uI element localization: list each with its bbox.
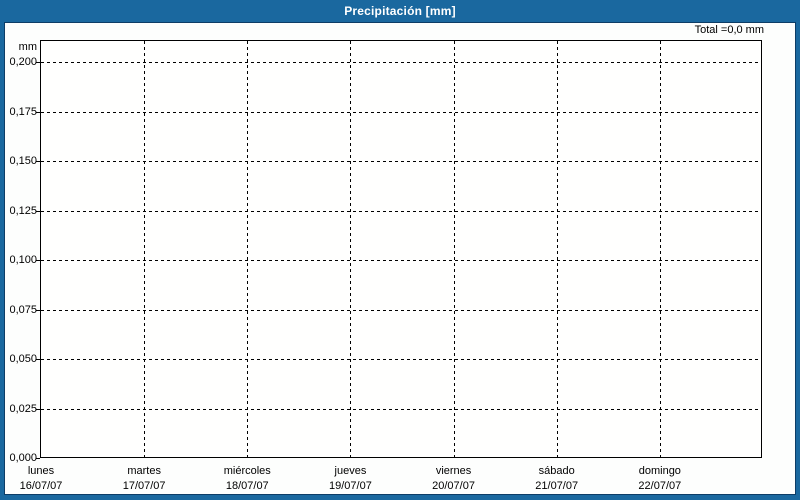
day-date-label: 18/07/07 bbox=[225, 480, 269, 492]
y-axis-label: 0,175 bbox=[9, 106, 37, 118]
x-axis-day-label: sábado 21/07/07 bbox=[502, 464, 612, 494]
day-name-label: sábado bbox=[538, 465, 575, 477]
y-axis-label: 0,125 bbox=[9, 205, 37, 217]
y-axis-label: 0,100 bbox=[9, 254, 37, 266]
y-axis-label: 0,075 bbox=[9, 304, 37, 316]
y-axis-label: 0,150 bbox=[9, 155, 37, 167]
x-axis-day-label: domingo 22/07/07 bbox=[605, 464, 715, 494]
day-name-label: martes bbox=[127, 465, 161, 477]
day-date-label: 22/07/07 bbox=[638, 480, 682, 492]
gridline-vertical bbox=[144, 41, 145, 457]
gridline-horizontal bbox=[41, 409, 761, 410]
plot-area bbox=[36, 40, 762, 459]
day-name-label: lunes bbox=[27, 465, 55, 477]
gridline-vertical bbox=[454, 41, 455, 457]
gridline-vertical bbox=[557, 41, 558, 457]
day-name-label: miércoles bbox=[223, 465, 271, 477]
y-axis-label: 0,050 bbox=[9, 353, 37, 365]
gridline-vertical bbox=[660, 41, 661, 457]
total-value-label: Total =0,0 mm bbox=[694, 24, 764, 36]
x-axis-day-label: martes 17/07/07 bbox=[89, 464, 199, 494]
gridline-horizontal bbox=[41, 310, 761, 311]
x-axis-day-label: viernes 20/07/07 bbox=[399, 464, 509, 494]
y-axis-label: 0,200 bbox=[9, 56, 37, 68]
gridline-horizontal bbox=[41, 211, 761, 212]
day-date-label: 17/07/07 bbox=[122, 480, 166, 492]
chart-title: Precipitación [mm] bbox=[344, 4, 456, 18]
x-axis-day-label: lunes 16/07/07 bbox=[0, 464, 96, 494]
y-axis-label: 0,025 bbox=[9, 403, 37, 415]
gridline-vertical bbox=[350, 41, 351, 457]
x-axis-day-label: miércoles 18/07/07 bbox=[192, 464, 302, 494]
x-axis-day-label: jueves 19/07/07 bbox=[295, 464, 405, 494]
day-date-label: 16/07/07 bbox=[19, 480, 63, 492]
gridline-horizontal bbox=[41, 62, 761, 63]
day-name-label: jueves bbox=[334, 465, 367, 477]
gridline-horizontal bbox=[41, 260, 761, 261]
gridline-horizontal bbox=[41, 112, 761, 113]
gridline-horizontal bbox=[41, 161, 761, 162]
chart-window: Precipitación [mm] Total =0,0 mm mm 0,20… bbox=[0, 0, 800, 500]
gridline-horizontal bbox=[41, 359, 761, 360]
day-date-label: 19/07/07 bbox=[329, 480, 372, 492]
gridline-vertical bbox=[247, 41, 248, 457]
day-name-label: domingo bbox=[638, 465, 681, 477]
y-axis-unit-label: mm bbox=[18, 41, 37, 53]
day-date-label: 21/07/07 bbox=[535, 480, 579, 492]
chart-panel: Total =0,0 mm mm 0,200 0,175 0,150 0,125 0,1… bbox=[4, 22, 796, 495]
day-name-label: viernes bbox=[435, 465, 472, 477]
day-date-label: 20/07/07 bbox=[432, 480, 475, 492]
